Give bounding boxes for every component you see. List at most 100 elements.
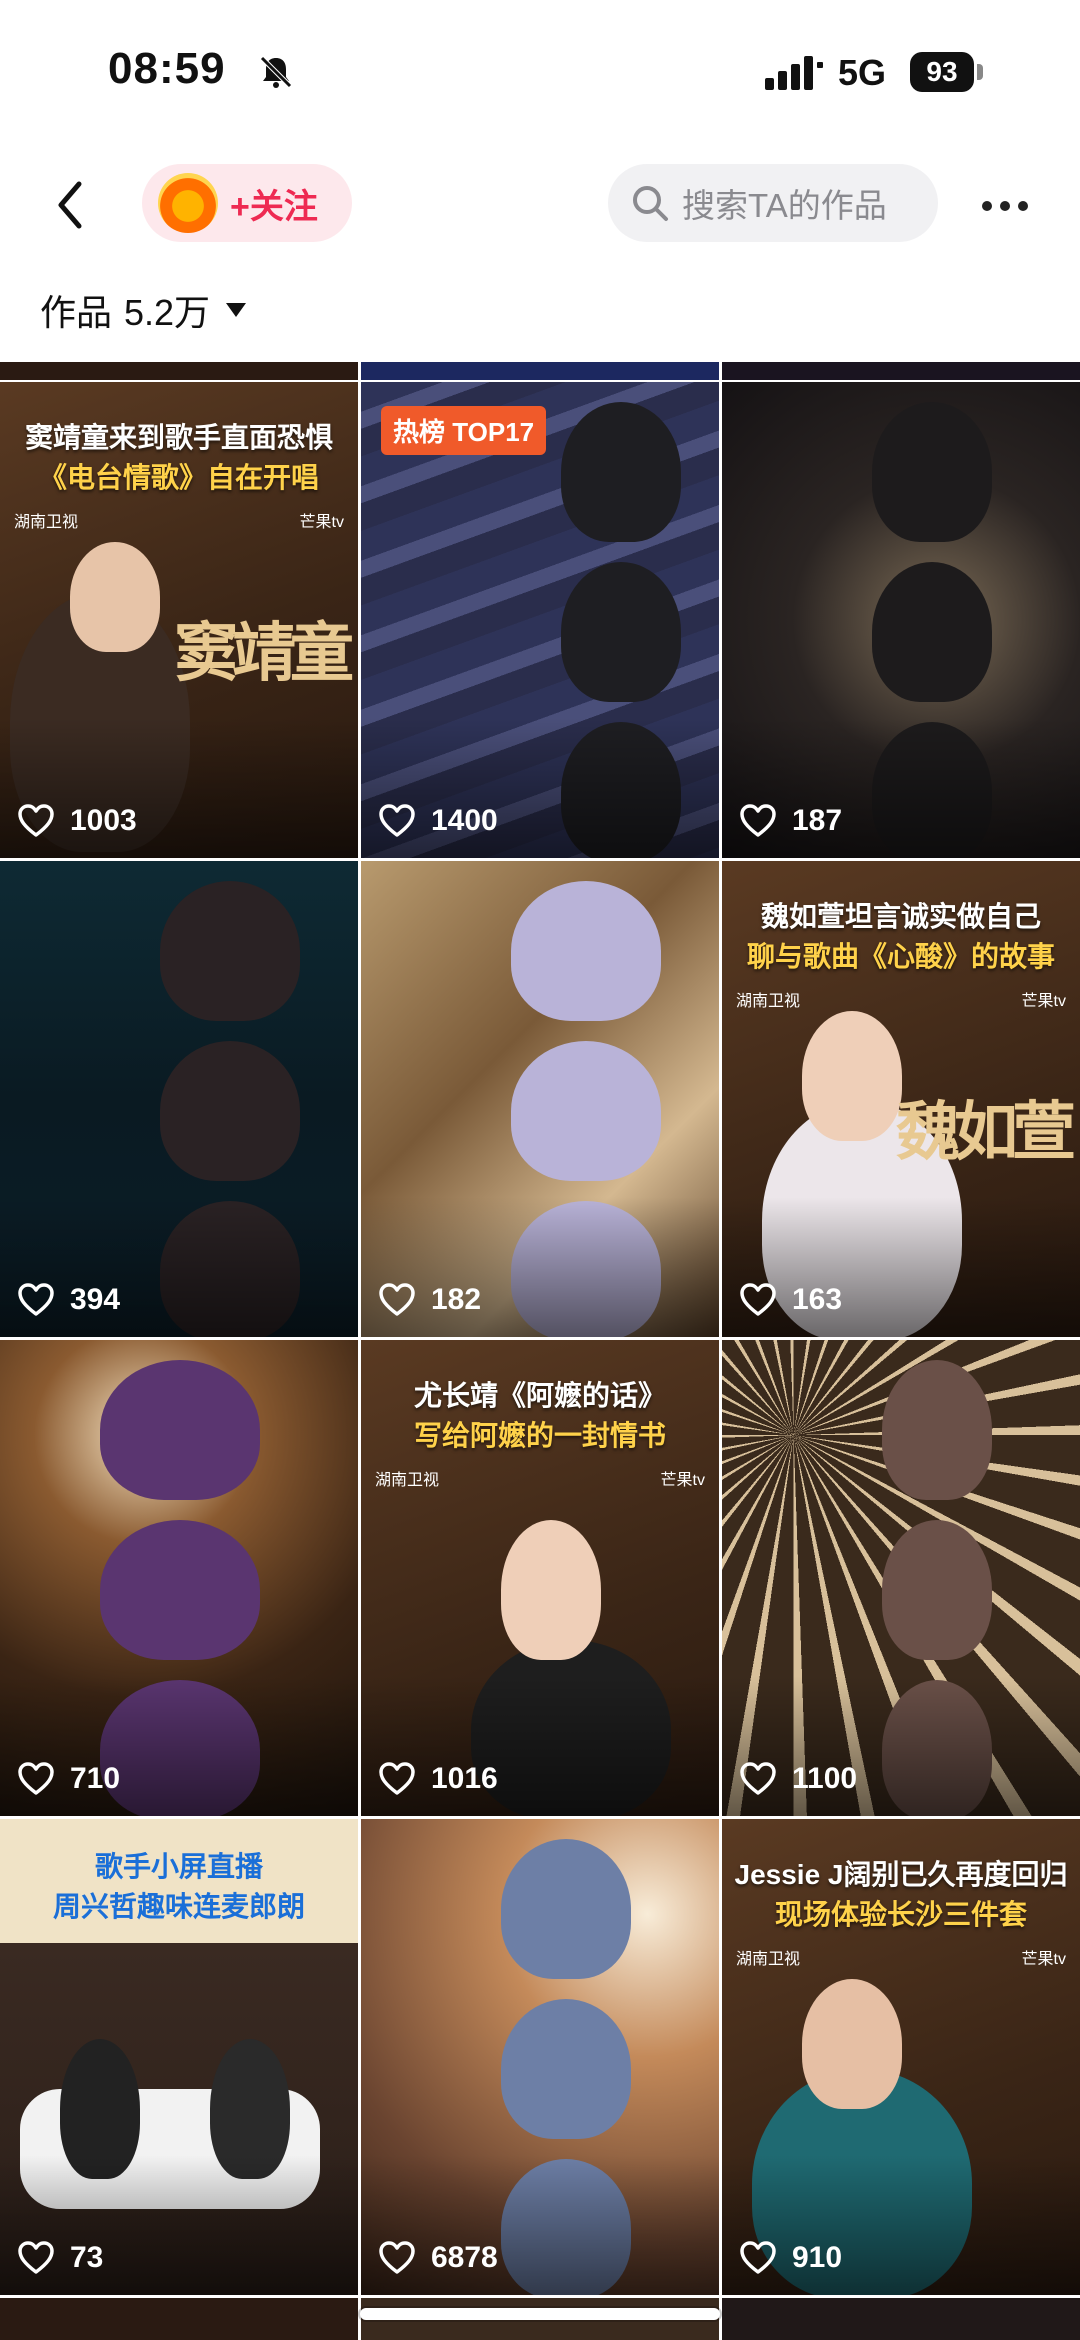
video-tile[interactable]: 魏如萱 魏如萱坦言诚实做自己 聊与歌曲《心酸》的故事 湖南卫视 芒果tv 163 — [722, 861, 1080, 1337]
tile-caption-line2: 周兴哲趣味连麦郎朗 — [52, 1891, 305, 1922]
follow-button[interactable]: +关注 — [142, 164, 352, 242]
tile-caption-line2: 《电台情歌》自在开唱 — [38, 462, 319, 493]
channel-logo-text: 湖南卫视 — [736, 1951, 801, 1968]
tile-partial — [361, 362, 719, 380]
video-tile[interactable] — [722, 2298, 1080, 2340]
tile-caption: 魏如萱坦言诚实做自己 聊与歌曲《心酸》的故事 — [722, 897, 1080, 977]
tile-caption: 尤长靖《阿嬷的话》 写给阿嬷的一封情书 — [361, 1376, 719, 1456]
search-icon — [633, 186, 668, 221]
tile-thumbnail — [501, 1520, 601, 1660]
more-dot-icon — [1018, 201, 1028, 211]
like-count: 73 — [18, 2241, 103, 2275]
platform-logo-text: 芒果tv — [660, 1472, 705, 1489]
like-count-text: 163 — [792, 1283, 843, 1316]
heart-icon — [740, 1283, 776, 1316]
works-label: 作品 — [40, 292, 113, 333]
like-count: 163 — [740, 1283, 842, 1317]
more-options-button[interactable] — [970, 176, 1040, 236]
heart-icon — [18, 2241, 54, 2274]
chevron-left-icon — [58, 181, 82, 229]
like-count: 6878 — [379, 2241, 498, 2275]
works-sort-dropdown[interactable]: 作品 5.2万 — [40, 280, 247, 340]
works-count: 5.2万 — [124, 292, 211, 333]
status-bar: 08:59 5G 93 — [0, 0, 1080, 150]
video-tile[interactable]: Jessie J阔别已久再度回归 现场体验长沙三件套 湖南卫视 芒果tv 910 — [722, 1819, 1080, 2295]
screen: 08:59 5G 93 +关注 搜索TA的作品 作品 5.2万 窦靖童 窦靖童来… — [0, 0, 1080, 2340]
channel-avatar — [158, 173, 218, 233]
like-count: 1400 — [379, 804, 498, 838]
tile-name-art: 魏如萱 — [896, 1095, 1076, 1170]
tile-thumbnail — [882, 1520, 992, 1660]
tile-thumbnail — [802, 1979, 902, 2109]
platform-logo-text: 芒果tv — [1021, 1951, 1066, 1968]
heart-icon — [740, 1762, 776, 1795]
like-count-text: 6878 — [431, 2241, 498, 2274]
video-tile[interactable]: 187 — [722, 382, 1080, 858]
video-tile[interactable]: 热榜 TOP17 1400 — [361, 382, 719, 858]
platform-logo-text: 芒果tv — [1021, 993, 1066, 1010]
caret-down-icon — [226, 303, 247, 317]
network-type: 5G — [838, 52, 887, 93]
tile-caption-line1: 窦靖童来到歌手直面恐惧 — [24, 422, 333, 453]
like-count: 394 — [18, 1283, 120, 1317]
tile-thumbnail — [872, 562, 992, 702]
tile-caption: Jessie J阔别已久再度回归 现场体验长沙三件套 — [722, 1855, 1080, 1935]
tile-caption-line2: 现场体验长沙三件套 — [774, 1899, 1027, 1930]
tile-caption-line1: 魏如萱坦言诚实做自己 — [760, 901, 1041, 932]
like-count-text: 1003 — [70, 804, 137, 837]
heart-icon — [379, 804, 415, 837]
heart-icon — [379, 1283, 415, 1316]
signal-icon — [765, 56, 823, 90]
channel-logo-text: 湖南卫视 — [375, 1472, 440, 1489]
platform-logo-text: 芒果tv — [299, 514, 344, 531]
tile-thumbnail — [160, 881, 300, 1021]
video-tile[interactable]: 710 — [0, 1340, 358, 1816]
like-count-text: 1100 — [792, 1762, 858, 1795]
search-input[interactable]: 搜索TA的作品 — [608, 164, 938, 242]
tile-logos: 湖南卫视 芒果tv — [0, 508, 358, 532]
video-tile[interactable]: 窦靖童 窦靖童来到歌手直面恐惧 《电台情歌》自在开唱 湖南卫视 芒果tv 100… — [0, 382, 358, 858]
tile-partial — [0, 362, 358, 380]
like-count: 710 — [18, 1762, 120, 1796]
video-tile[interactable]: 歌手小屏直播 周兴哲趣味连麦郎朗 73 — [0, 1819, 358, 2295]
home-indicator[interactable] — [360, 2308, 720, 2320]
heart-icon — [18, 1283, 54, 1316]
like-count-text: 394 — [70, 1283, 121, 1316]
battery-tip — [977, 64, 983, 80]
like-count: 187 — [740, 804, 842, 838]
video-tile[interactable]: 182 — [361, 861, 719, 1337]
channel-logo-text: 湖南卫视 — [14, 514, 79, 531]
like-count: 1003 — [18, 804, 137, 838]
tile-thumbnail — [501, 1839, 631, 1979]
heart-icon — [740, 804, 776, 837]
heart-icon — [18, 1762, 54, 1795]
tile-thumbnail — [501, 1999, 631, 2139]
tile-name-art: 窦靖童 — [174, 616, 354, 691]
like-count-text: 710 — [70, 1762, 121, 1795]
channel-logo-text: 湖南卫视 — [736, 993, 801, 1010]
video-tile[interactable]: 6878 — [361, 1819, 719, 2295]
tile-caption: 歌手小屏直播 周兴哲趣味连麦郎朗 — [0, 1847, 358, 1927]
back-button[interactable] — [40, 170, 100, 240]
video-tile[interactable] — [0, 2298, 358, 2340]
video-tile[interactable]: 尤长靖《阿嬷的话》 写给阿嬷的一封情书 湖南卫视 芒果tv 1016 — [361, 1340, 719, 1816]
like-count: 1016 — [379, 1762, 498, 1796]
like-count-text: 182 — [431, 1283, 482, 1316]
tile-thumbnail — [802, 1011, 902, 1141]
heart-icon — [379, 2241, 415, 2274]
video-tile[interactable]: 394 — [0, 861, 358, 1337]
tile-thumbnail — [882, 1360, 992, 1500]
tile-caption-line2: 写给阿嬷的一封情书 — [413, 1420, 666, 1451]
like-count: 182 — [379, 1283, 481, 1317]
tile-caption-line1: Jessie J阔别已久再度回归 — [734, 1859, 1068, 1890]
trending-badge: 热榜 TOP17 — [381, 406, 547, 455]
tile-thumbnail — [561, 562, 681, 702]
nav-bar: +关注 搜索TA的作品 — [0, 150, 1080, 260]
tile-partial — [722, 362, 1080, 380]
bell-muted-icon — [260, 56, 292, 88]
search-placeholder: 搜索TA的作品 — [682, 187, 887, 224]
video-tile[interactable]: 1100 — [722, 1340, 1080, 1816]
like-count-text: 73 — [70, 2241, 104, 2274]
more-dot-icon — [982, 201, 992, 211]
like-count-text: 1016 — [431, 1762, 498, 1795]
